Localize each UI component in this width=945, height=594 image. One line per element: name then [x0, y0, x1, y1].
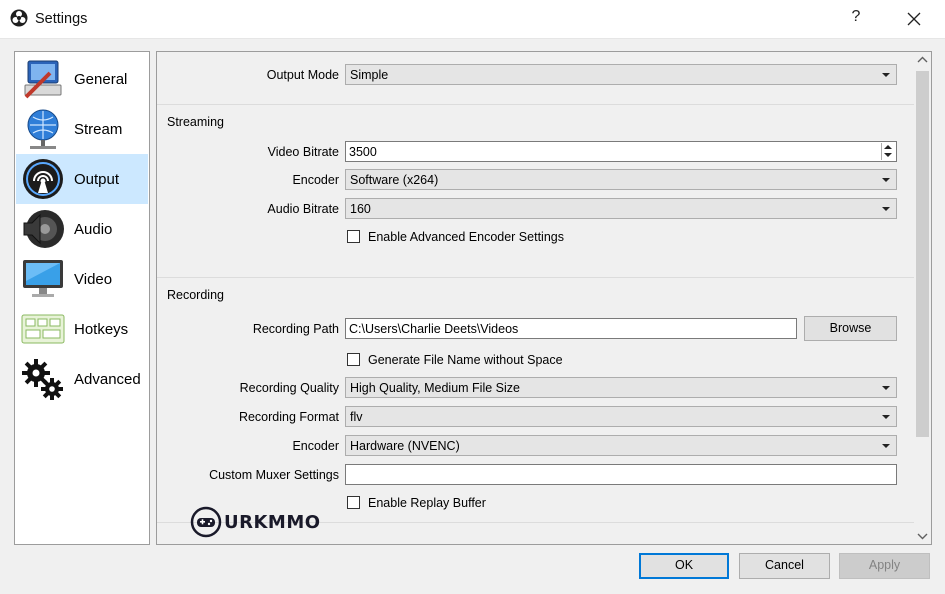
streaming-encoder-select[interactable]: Software (x264)	[345, 169, 897, 190]
apply-button[interactable]: Apply	[839, 553, 930, 579]
section-divider	[157, 104, 914, 105]
recording-path-field[interactable]: C:\Users\Charlie Deets\Videos	[345, 318, 797, 339]
chevron-down-icon	[882, 73, 890, 77]
hotkeys-icon	[21, 314, 65, 344]
audio-icon	[23, 210, 64, 248]
sidebar-item-audio[interactable]: Audio	[16, 204, 148, 254]
sidebar-item-label: Hotkeys	[74, 321, 129, 338]
video-bitrate-value: 3500	[349, 145, 377, 159]
watermark: URKMMO	[190, 506, 320, 540]
sidebar-item-label: Advanced	[74, 371, 141, 388]
streaming-encoder-label: Encoder	[292, 173, 339, 187]
recording-format-value: flv	[350, 410, 363, 424]
recording-quality-label: Recording Quality	[239, 381, 339, 395]
output-settings-panel: Output Mode Simple Streaming Video Bitra…	[156, 51, 932, 545]
close-button[interactable]	[900, 8, 928, 30]
no-space-filename-checkbox[interactable]	[347, 353, 360, 366]
recording-quality-value: High Quality, Medium File Size	[350, 381, 520, 395]
stream-icon	[27, 109, 59, 149]
output-mode-label: Output Mode	[266, 68, 339, 82]
ok-button[interactable]: OK	[639, 553, 729, 579]
general-icon	[24, 60, 62, 99]
recording-path-value: C:\Users\Charlie Deets\Videos	[349, 322, 519, 336]
scroll-up-icon[interactable]	[914, 52, 931, 69]
section-divider	[157, 277, 914, 278]
video-icon	[23, 260, 63, 297]
recording-encoder-label: Encoder	[292, 439, 339, 453]
vertical-scrollbar[interactable]	[914, 52, 931, 544]
chevron-down-icon	[882, 178, 890, 182]
recording-section-title: Recording	[167, 288, 224, 302]
sidebar-item-label: Video	[74, 271, 113, 288]
spinner-arrows-icon[interactable]	[881, 143, 895, 160]
scroll-down-icon[interactable]	[914, 527, 931, 544]
help-button[interactable]: ?	[846, 8, 866, 30]
recording-encoder-select[interactable]: Hardware (NVENC)	[345, 435, 897, 456]
replay-buffer-checkbox[interactable]	[347, 496, 360, 509]
sidebar-item-advanced[interactable]: Advanced	[16, 354, 148, 404]
sidebar-item-stream[interactable]: Stream	[16, 104, 148, 154]
sidebar-item-label: Audio	[74, 221, 113, 238]
title-bar: Settings ?	[0, 0, 945, 39]
recording-path-label: Recording Path	[252, 322, 339, 336]
sidebar-item-output[interactable]: Output	[16, 154, 148, 204]
recording-format-select[interactable]: flv	[345, 406, 897, 427]
recording-format-label: Recording Format	[238, 410, 339, 424]
gamepad-logo-icon	[190, 506, 222, 538]
no-space-filename-label: Generate File Name without Space	[368, 353, 563, 367]
advanced-encoder-checkbox[interactable]	[347, 230, 360, 243]
streaming-section-title: Streaming	[167, 115, 224, 129]
recording-quality-select[interactable]: High Quality, Medium File Size	[345, 377, 897, 398]
sidebar-item-general[interactable]: General	[16, 54, 148, 104]
output-icon	[23, 159, 63, 199]
replay-buffer-label: Enable Replay Buffer	[368, 496, 486, 510]
sidebar-item-label: General	[74, 71, 128, 88]
output-mode-value: Simple	[350, 68, 389, 82]
output-mode-select[interactable]: Simple	[345, 64, 897, 85]
video-bitrate-label: Video Bitrate	[267, 145, 339, 159]
chevron-down-icon	[882, 207, 890, 211]
chevron-down-icon	[882, 386, 890, 390]
window-title: Settings	[35, 11, 88, 27]
recording-encoder-value: Hardware (NVENC)	[350, 439, 460, 453]
advanced-icon	[22, 359, 63, 400]
streaming-encoder-value: Software (x264)	[350, 173, 439, 187]
scrollbar-thumb[interactable]	[916, 71, 929, 437]
close-icon	[907, 12, 921, 26]
custom-muxer-field[interactable]	[345, 464, 897, 485]
video-bitrate-spinbox[interactable]: 3500	[345, 141, 897, 162]
cancel-button[interactable]: Cancel	[739, 553, 830, 579]
audio-bitrate-value: 160	[350, 202, 371, 216]
settings-sidebar: General Stream Output Audio Video Hotkey…	[14, 51, 150, 545]
audio-bitrate-label: Audio Bitrate	[267, 202, 339, 216]
sidebar-item-video[interactable]: Video	[16, 254, 148, 304]
custom-muxer-label: Custom Muxer Settings	[209, 468, 339, 482]
advanced-encoder-label: Enable Advanced Encoder Settings	[368, 230, 564, 244]
chevron-down-icon	[882, 415, 890, 419]
sidebar-item-label: Stream	[74, 121, 123, 138]
sidebar-item-label: Output	[74, 171, 120, 188]
chevron-down-icon	[882, 444, 890, 448]
watermark-text: URKMMO	[224, 512, 321, 533]
sidebar-item-hotkeys[interactable]: Hotkeys	[16, 304, 148, 354]
audio-bitrate-select[interactable]: 160	[345, 198, 897, 219]
obs-logo-icon	[10, 9, 28, 27]
browse-button[interactable]: Browse	[804, 316, 897, 341]
